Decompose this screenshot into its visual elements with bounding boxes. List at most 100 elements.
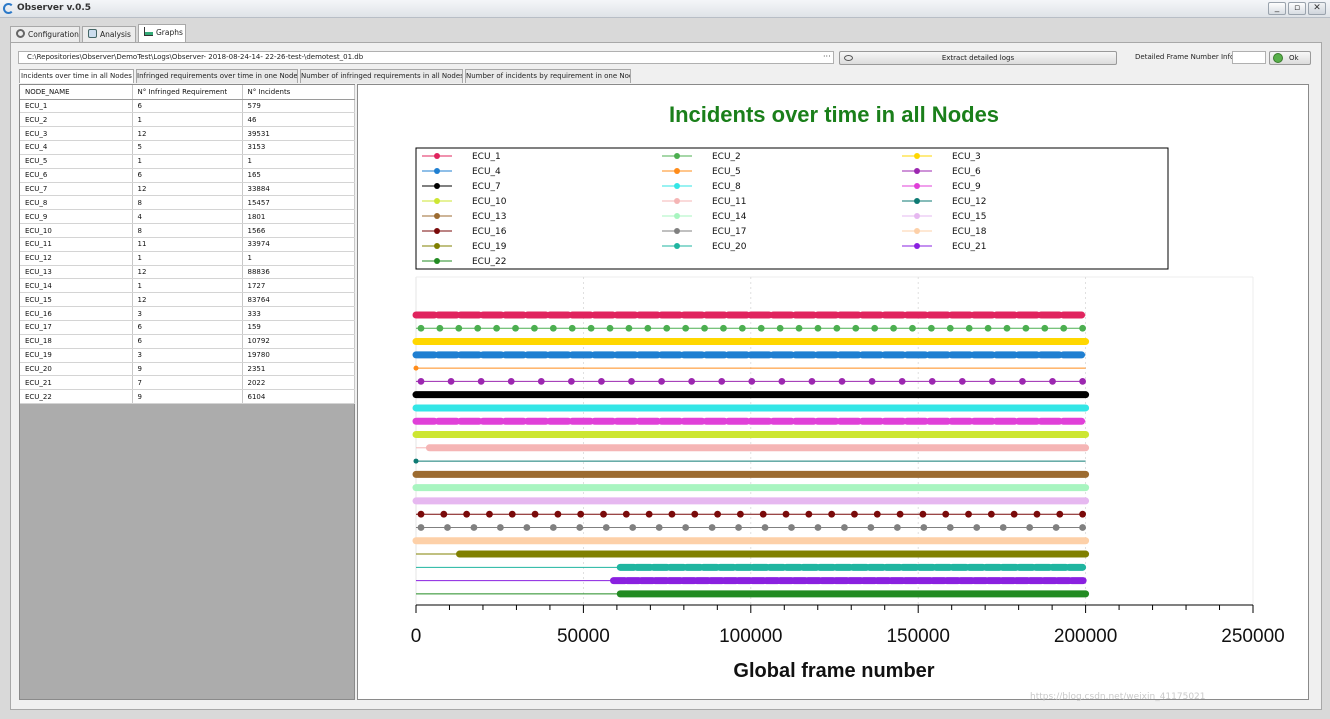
extract-logs-button[interactable]: Extract detailed logs: [839, 51, 1117, 65]
subtab-incidents-by-requirement[interactable]: Number of incidents by requirement in on…: [465, 69, 631, 83]
table-cell: 8: [132, 223, 243, 238]
table-row[interactable]: ECU_13 12 88836: [20, 265, 355, 280]
legend-label: ECU_18: [952, 227, 987, 237]
data-point: [655, 524, 663, 531]
legend-marker: [674, 213, 680, 219]
tab-analysis[interactable]: Analysis: [82, 26, 136, 42]
column-header[interactable]: N° Incidents: [242, 85, 355, 100]
gear-icon: [16, 29, 25, 38]
table-row[interactable]: ECU_3 12 39531: [20, 126, 355, 142]
data-point: [512, 324, 519, 332]
table-cell: 6104: [242, 389, 355, 405]
data-point: [893, 524, 901, 531]
data-point: [776, 324, 784, 332]
maximize-button[interactable]: ▫: [1288, 2, 1306, 15]
x-axis: 0 50000 100000 150000 200000 250000: [411, 604, 1285, 647]
table-row[interactable]: ECU_2 1 46: [20, 112, 355, 128]
table-row[interactable]: ECU_19 3 19780: [20, 348, 355, 363]
table-row[interactable]: ECU_14 1 1727: [20, 278, 355, 294]
table-row[interactable]: ECU_17 6 159: [20, 320, 355, 335]
table-cell: 4: [132, 209, 243, 225]
tab-configuration[interactable]: Configuration: [10, 26, 80, 42]
tab-graphs-label: Graphs: [156, 28, 183, 37]
table-row[interactable]: ECU_11 11 33974: [20, 237, 355, 252]
browse-button[interactable]: ···: [823, 52, 831, 61]
table-row[interactable]: ECU_20 9 2351: [20, 362, 355, 377]
table-cell: 2351: [242, 362, 355, 377]
frame-number-input[interactable]: [1232, 51, 1266, 64]
column-header[interactable]: N° Infringed Requirement: [132, 85, 243, 100]
check-icon: [1273, 53, 1283, 63]
data-point: [1041, 324, 1049, 332]
window-titlebar: Observer v.0.5 _ ▫ ✕: [0, 0, 1330, 18]
data-point: [567, 378, 575, 385]
data-point: [738, 324, 746, 332]
data-point: [999, 524, 1007, 531]
table-cell: 33974: [242, 237, 355, 252]
subtab-infringed-over-time[interactable]: Infringed requirements over time in one …: [136, 69, 298, 83]
legend-label: ECU_16: [472, 227, 507, 237]
data-point: [508, 510, 516, 518]
data-point: [1060, 324, 1068, 332]
data-point: [507, 378, 515, 385]
table-cell: ECU_13: [20, 265, 133, 280]
column-header[interactable]: NODE_NAME: [20, 85, 133, 100]
table-row[interactable]: ECU_21 7 2022: [20, 375, 355, 391]
data-point: [720, 324, 727, 332]
data-point: [577, 510, 585, 518]
table-row[interactable]: ECU_8 8 15457: [20, 195, 355, 211]
legend-marker: [914, 243, 920, 249]
legend-marker: [434, 243, 440, 249]
legend-label: ECU_1: [472, 152, 501, 162]
data-point: [628, 378, 635, 385]
table-row[interactable]: ECU_15 12 83764: [20, 292, 355, 308]
data-point: [973, 524, 981, 531]
subtab-incidents-all-nodes[interactable]: Incidents over time in all Nodes: [19, 69, 134, 83]
table-cell: 1801: [242, 209, 355, 225]
close-button[interactable]: ✕: [1308, 2, 1326, 15]
data-point: [965, 324, 973, 332]
data-point: [708, 524, 716, 531]
legend-marker: [434, 183, 440, 189]
ok-label: Ok: [1289, 54, 1299, 62]
data-point: [440, 510, 448, 518]
table-cell: 39531: [242, 126, 355, 142]
ok-button[interactable]: Ok: [1269, 51, 1311, 65]
table-row[interactable]: ECU_22 9 6104: [20, 389, 355, 405]
legend-marker: [674, 153, 680, 159]
table-row[interactable]: ECU_12 1 1: [20, 251, 355, 266]
table-row[interactable]: ECU_10 8 1566: [20, 223, 355, 238]
table-row[interactable]: ECU_18 6 10792: [20, 334, 355, 349]
table-row[interactable]: ECU_9 4 1801: [20, 209, 355, 225]
chart-title: Incidents over time in all Nodes: [669, 102, 999, 127]
table-row[interactable]: ECU_16 3 333: [20, 306, 355, 321]
data-point: [682, 524, 690, 531]
data-point: [598, 378, 605, 385]
table-row[interactable]: ECU_1 6 579: [20, 99, 355, 114]
data-point: [622, 510, 630, 518]
table-row[interactable]: ECU_7 12 33884: [20, 182, 355, 197]
data-point: [444, 524, 451, 531]
data-point: [417, 510, 425, 518]
table-row[interactable]: ECU_6 6 165: [20, 168, 355, 183]
data-point: [668, 510, 676, 518]
data-point: [568, 324, 576, 332]
tab-graphs[interactable]: Graphs: [138, 24, 186, 42]
data-point: [814, 324, 822, 332]
table-cell: 5: [132, 140, 243, 155]
data-point: [576, 524, 584, 531]
table-row[interactable]: ECU_5 1 1: [20, 154, 355, 169]
data-point: [890, 324, 897, 332]
table-cell: ECU_11: [20, 237, 133, 252]
table-row[interactable]: ECU_4 5 3153: [20, 140, 355, 155]
legend-box: [415, 147, 1169, 270]
eye-icon: [844, 55, 853, 61]
table-cell: 1: [242, 251, 355, 266]
subtab-infringed-count[interactable]: Number of infringed requirements in all …: [300, 69, 463, 83]
data-point: [896, 510, 904, 518]
minimize-button[interactable]: _: [1268, 2, 1286, 15]
database-path-field[interactable]: C:\Repositories\Observer\DemoTest\Logs\O…: [18, 51, 834, 64]
data-point: [808, 378, 816, 385]
data-point: [1026, 524, 1034, 531]
x-tick-label: 100000: [719, 626, 782, 647]
